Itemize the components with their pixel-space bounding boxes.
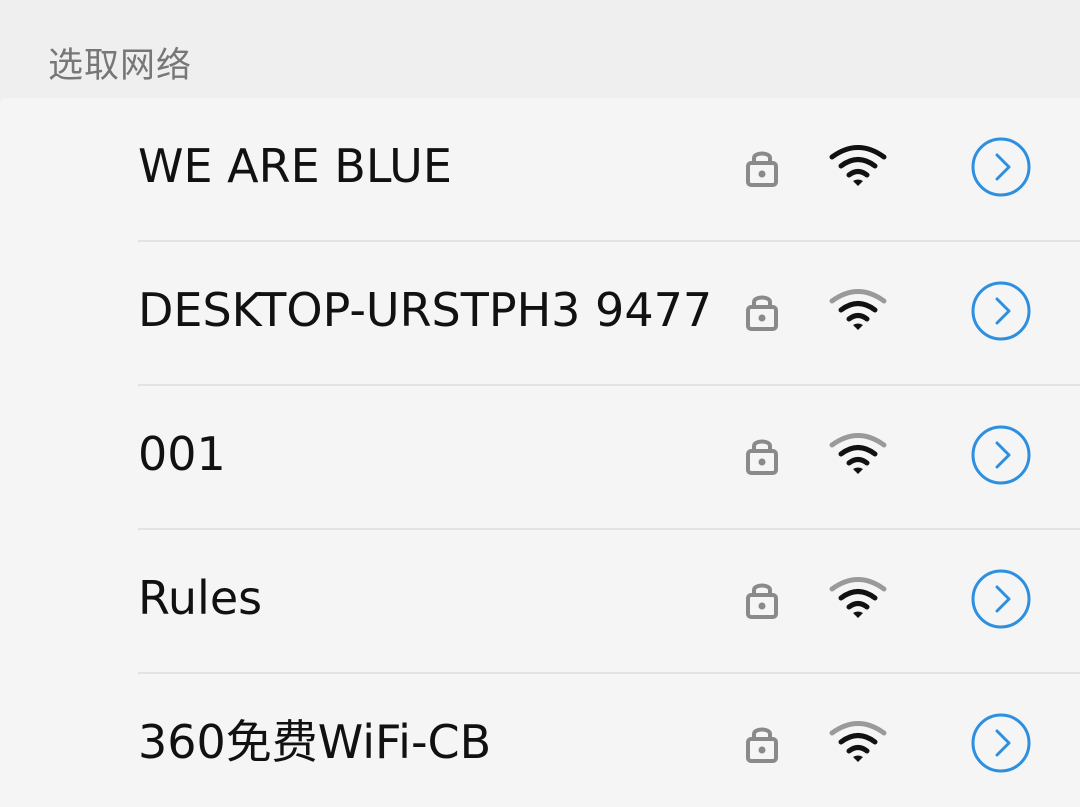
- wifi-network-picker: 选取网络 WE ARE BLUE DESKTOP-URSTPH3 9477 00…: [0, 0, 1080, 807]
- wifi-arc-inner: [846, 601, 870, 610]
- wifi-dot: [853, 323, 863, 330]
- lock-icon: [746, 295, 778, 331]
- info-chevron-icon[interactable]: [970, 712, 1032, 774]
- wifi-arc-inner: [846, 745, 870, 754]
- info-chevron-icon[interactable]: [970, 424, 1032, 486]
- wifi-signal-icon: [829, 433, 887, 474]
- network-name: 360免费WiFi-CB: [138, 715, 492, 769]
- network-name: 001: [138, 427, 226, 481]
- network-row[interactable]: Rules: [0, 530, 1080, 674]
- network-row[interactable]: 001: [0, 386, 1080, 530]
- wifi-signal-icon: [829, 721, 887, 762]
- network-name: Rules: [138, 571, 263, 625]
- lock-icon: [746, 439, 778, 475]
- info-chevron-icon[interactable]: [970, 568, 1032, 630]
- lock-icon: [746, 583, 778, 619]
- wifi-dot: [853, 467, 863, 474]
- wifi-arc-outer: [829, 721, 887, 736]
- wifi-arc-outer: [829, 577, 887, 592]
- wifi-signal-icon: [829, 145, 887, 186]
- wifi-arc-inner: [846, 457, 870, 466]
- network-row[interactable]: DESKTOP-URSTPH3 9477: [0, 242, 1080, 386]
- section-title: 选取网络: [48, 46, 193, 86]
- network-row[interactable]: WE ARE BLUE: [0, 98, 1080, 242]
- network-name: WE ARE BLUE: [138, 139, 452, 193]
- wifi-arc-middle: [838, 157, 878, 169]
- wifi-dot: [853, 755, 863, 762]
- wifi-signal-icon: [829, 577, 887, 618]
- lock-icon: [746, 151, 778, 187]
- wifi-arc-outer: [829, 433, 887, 448]
- info-chevron-icon[interactable]: [970, 280, 1032, 342]
- network-name: DESKTOP-URSTPH3 9477: [138, 283, 713, 337]
- wifi-arc-inner: [846, 313, 870, 322]
- wifi-arc-middle: [838, 733, 878, 745]
- section-header: 选取网络: [0, 0, 1080, 98]
- wifi-signal-icon: [829, 289, 887, 330]
- wifi-dot: [853, 179, 863, 186]
- wifi-arc-inner: [846, 169, 870, 178]
- wifi-arc-outer: [829, 289, 887, 304]
- wifi-arc-middle: [838, 589, 878, 601]
- lock-icon: [746, 727, 778, 763]
- wifi-arc-outer: [829, 145, 887, 160]
- wifi-arc-middle: [838, 301, 878, 313]
- network-list: WE ARE BLUE DESKTOP-URSTPH3 9477 001 Rul…: [0, 98, 1080, 807]
- info-chevron-icon[interactable]: [970, 136, 1032, 198]
- wifi-arc-middle: [838, 445, 878, 457]
- network-row[interactable]: 360免费WiFi-CB: [0, 674, 1080, 807]
- wifi-dot: [853, 611, 863, 618]
